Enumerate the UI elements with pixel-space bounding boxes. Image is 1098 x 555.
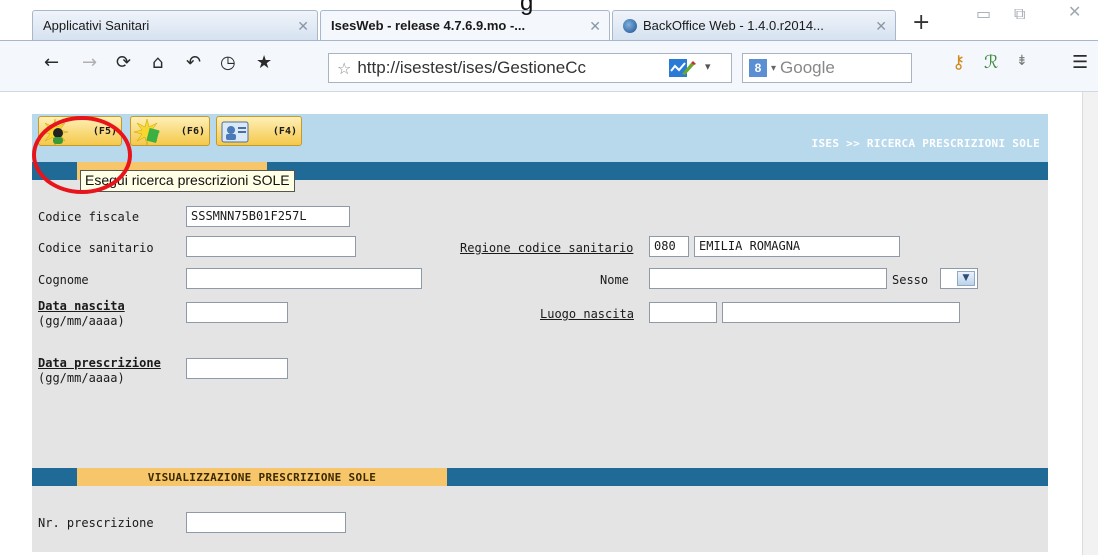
- tab-title: Applicativi Sanitari: [43, 18, 150, 33]
- bookmark-star-icon[interactable]: ★: [256, 54, 272, 72]
- breadcrumb: ISES >> RICERCA PRESCRIZIONI SOLE: [811, 137, 1040, 150]
- highlight-circle: [32, 116, 132, 194]
- cognome-input[interactable]: [186, 268, 422, 289]
- tab-backoffice[interactable]: BackOffice Web - 1.4.0.r2014... ✕: [612, 10, 896, 40]
- new-button-f6[interactable]: (F6): [130, 116, 210, 146]
- tab-applicativi-sanitari[interactable]: Applicativi Sanitari ✕: [32, 10, 318, 40]
- url-text[interactable]: http://isestest/ises/GestioneCc: [357, 58, 619, 78]
- chevron-down-icon[interactable]: ▼: [957, 271, 975, 286]
- luogo-nascita-name-input[interactable]: [722, 302, 960, 323]
- user-card-icon: [221, 121, 249, 143]
- tab-close-icon[interactable]: ✕: [297, 18, 309, 35]
- luogo-nascita-code-input[interactable]: [649, 302, 717, 323]
- browser-nav-bar: ← → ⟳ ⌂ ↶ ◷ ★ ☆ http://isestest/ises/Ges…: [0, 40, 1098, 92]
- tab-title: IsesWeb - release 4.7.6.9.mo -...: [331, 18, 526, 33]
- search-form: Codice fiscale SSSMNN75B01F257L Codice s…: [32, 180, 1048, 468]
- vertical-scrollbar[interactable]: [1082, 92, 1098, 555]
- home-icon[interactable]: ⌂: [152, 54, 163, 72]
- tab-close-icon[interactable]: ✕: [589, 18, 601, 35]
- new-document-icon: [134, 119, 160, 145]
- history-icon[interactable]: ◷: [220, 54, 236, 72]
- f4-label: (F4): [272, 125, 297, 137]
- caption-fragment: g: [520, 0, 534, 16]
- data-nascita-label: Data nascita: [38, 299, 125, 313]
- globe-favicon-icon: [623, 18, 637, 33]
- clear-button-f4[interactable]: (F4): [216, 116, 302, 146]
- tab-close-icon[interactable]: ✕: [875, 18, 887, 35]
- sesso-select[interactable]: ▼: [940, 268, 978, 289]
- address-bar[interactable]: ☆ http://isestest/ises/GestioneCc ▾: [328, 53, 732, 83]
- codice-sanitario-label: Codice sanitario: [38, 241, 154, 255]
- forward-arrow-icon[interactable]: →: [82, 54, 97, 72]
- tab-isesweb[interactable]: IsesWeb - release 4.7.6.9.mo -... ✕: [320, 10, 610, 40]
- pen-tool-icon[interactable]: [679, 59, 697, 77]
- regione-code-input[interactable]: 080: [649, 236, 689, 257]
- section-title-visualizzazione: VISUALIZZAZIONE PRESCRIZIONE SOLE: [77, 468, 447, 486]
- key-icon[interactable]: ⚷: [952, 54, 965, 72]
- data-nascita-format: (gg/mm/aaaa): [38, 314, 125, 328]
- luogo-nascita-label[interactable]: Luogo nascita: [540, 307, 634, 321]
- data-nascita-input[interactable]: [186, 302, 288, 323]
- back-arrow-icon[interactable]: ←: [44, 54, 59, 72]
- toolbar-overflow-icon[interactable]: ⇟: [1016, 54, 1028, 68]
- regione-name-input[interactable]: EMILIA ROMAGNA: [694, 236, 900, 257]
- addon-icon[interactable]: ℛ: [984, 54, 998, 72]
- undo-close-tab-icon[interactable]: ↶: [186, 54, 201, 72]
- sesso-label: Sesso: [892, 273, 929, 287]
- menu-icon[interactable]: ☰: [1072, 54, 1088, 72]
- codice-fiscale-input[interactable]: SSSMNN75B01F257L: [186, 206, 350, 227]
- data-prescrizione-label: Data prescrizione: [38, 356, 161, 370]
- reload-icon[interactable]: ⟳: [116, 54, 131, 72]
- window-close-icon[interactable]: ✕: [1068, 2, 1081, 21]
- minimize-icon[interactable]: ▭: [976, 4, 991, 23]
- codice-sanitario-input[interactable]: [186, 236, 356, 257]
- cognome-label: Cognome: [38, 273, 89, 287]
- search-box[interactable]: 8 ▾ Google: [742, 53, 912, 83]
- codice-fiscale-label: Codice fiscale: [38, 210, 140, 224]
- bookmark-page-icon[interactable]: ☆: [337, 59, 351, 78]
- url-dropdown-icon[interactable]: ▾: [705, 60, 711, 73]
- search-engine-icon[interactable]: 8: [749, 59, 767, 77]
- regione-codice-sanitario-label[interactable]: Regione codice sanitario: [460, 241, 633, 255]
- data-prescrizione-format: (gg/mm/aaaa): [38, 371, 125, 385]
- search-engine-dropdown-icon[interactable]: ▾: [771, 63, 776, 74]
- new-tab-button[interactable]: +: [912, 10, 930, 35]
- visualizzazione-form: Nr. prescrizione: [32, 486, 1048, 552]
- browser-tab-bar: Applicativi Sanitari ✕ IsesWeb - release…: [0, 0, 1098, 40]
- data-prescrizione-input[interactable]: [186, 358, 288, 379]
- f6-label: (F6): [180, 125, 205, 137]
- nr-prescrizione-label: Nr. prescrizione: [38, 516, 154, 530]
- nome-input[interactable]: [649, 268, 887, 289]
- tab-title: BackOffice Web - 1.4.0.r2014...: [643, 18, 824, 33]
- nome-label: Nome: [600, 273, 629, 287]
- nr-prescrizione-input[interactable]: [186, 512, 346, 533]
- search-placeholder: Google: [780, 58, 835, 77]
- maximize-icon[interactable]: ⧉: [1014, 4, 1025, 24]
